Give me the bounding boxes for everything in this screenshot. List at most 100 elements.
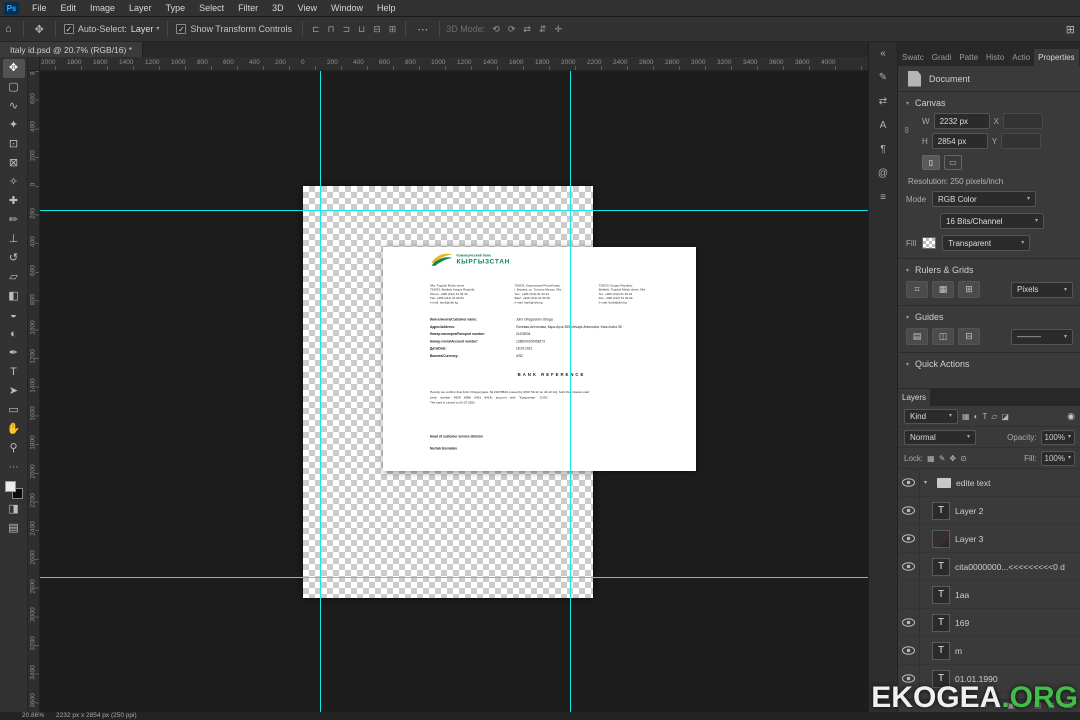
move-tool[interactable]: ✥ <box>2 59 25 78</box>
brush-tool[interactable]: ✏ <box>3 211 25 230</box>
filter-toggle-icon[interactable]: ◉ <box>1067 411 1075 422</box>
auto-select-dropdown[interactable]: Layer ▾ <box>131 24 160 34</box>
guides-section-header[interactable]: ▾ Guides <box>898 306 1080 325</box>
zoom-level[interactable]: 20.86% <box>22 712 44 720</box>
screen-mode-icon[interactable]: ▤ <box>3 519 25 538</box>
libraries-panel-icon[interactable]: ≡ <box>873 189 893 205</box>
width-field[interactable]: 2232 px <box>933 113 990 129</box>
edit-toolbar-icon[interactable]: ⋯ <box>3 458 25 477</box>
align-top-icon[interactable]: ⊔ <box>355 24 368 35</box>
align-center-h-icon[interactable]: ⊓ <box>325 24 338 35</box>
canvas-section-header[interactable]: ▾ Canvas <box>898 92 1080 111</box>
zoom-tool[interactable]: ⚲ <box>3 439 25 458</box>
menu-file[interactable]: File <box>25 3 54 13</box>
menu-select[interactable]: Select <box>192 3 231 13</box>
marquee-tool[interactable]: ▢ <box>3 78 25 97</box>
menu-image[interactable]: Image <box>83 3 122 13</box>
character-panel-icon[interactable]: A <box>873 117 893 133</box>
paragraph-panel-icon[interactable]: ¶ <box>873 141 893 157</box>
text-layer-thumbnail[interactable]: T <box>932 641 950 660</box>
lock-all-icon[interactable]: ⊙ <box>960 454 967 463</box>
menu-type[interactable]: Type <box>159 3 193 13</box>
lock-pixels-icon[interactable]: ✎ <box>939 454 946 463</box>
roll-3d-icon[interactable]: ⟳ <box>505 24 519 35</box>
auto-select-checkbox[interactable]: ✓ <box>63 24 74 34</box>
menu-layer[interactable]: Layer <box>122 3 159 13</box>
text-layer-thumbnail[interactable]: T <box>932 585 950 604</box>
lock-position-icon[interactable]: ✥ <box>949 454 956 463</box>
guide[interactable] <box>320 71 321 712</box>
color-swatches[interactable] <box>4 480 24 500</box>
menu-3d[interactable]: 3D <box>265 3 291 13</box>
filter-pixel-layers-icon[interactable]: ▦ <box>962 412 970 421</box>
guide[interactable] <box>40 210 868 211</box>
menu-view[interactable]: View <box>291 3 324 13</box>
eraser-tool[interactable]: ▱ <box>3 268 25 287</box>
hand-tool[interactable]: ✋ <box>3 420 25 439</box>
panel-tab-patte[interactable]: Patte <box>955 49 982 66</box>
healing-brush-tool[interactable]: ✚ <box>3 192 25 211</box>
panel-tab-actio[interactable]: Actio <box>1008 49 1034 66</box>
y-field[interactable] <box>1001 133 1042 149</box>
collapse-dock-icon[interactable]: « <box>873 45 893 61</box>
scale-3d-icon[interactable]: ✛ <box>551 24 565 35</box>
units-dropdown[interactable]: Pixels ▾ <box>1011 281 1073 298</box>
layer-fill-dropdown[interactable]: 100% ▾ <box>1040 450 1075 466</box>
group-expand-icon[interactable]: ▾ <box>924 479 932 486</box>
show-transform-checkbox[interactable]: ✓ <box>176 24 187 34</box>
active-tool-icon[interactable]: ✥ <box>30 23 49 36</box>
quick-actions-section-header[interactable]: ▾ Quick Actions <box>898 353 1080 372</box>
clone-source-icon[interactable]: ⇄ <box>873 93 893 109</box>
align-left-icon[interactable]: ⊏ <box>309 24 323 35</box>
orbit-3d-icon[interactable]: ⟲ <box>489 24 503 35</box>
layer-row[interactable]: T 1aa <box>898 581 1080 609</box>
horizontal-ruler[interactable]: 2000 1800 1600 1400 1200 1000 800 600 400 200 0 200… <box>40 57 868 71</box>
guide-layout-icon[interactable]: ◫ <box>932 328 954 345</box>
layer-thumbnail[interactable] <box>932 529 950 548</box>
vertical-ruler[interactable]: 8006004002000200400600800100012001400160… <box>28 71 40 712</box>
clone-stamp-tool[interactable]: ⊥ <box>3 230 25 249</box>
text-layer-thumbnail[interactable]: T <box>932 501 950 520</box>
path-selection-tool[interactable]: ➤ <box>3 382 25 401</box>
layer-row[interactable]: ▾ edite text <box>898 469 1080 497</box>
filter-type-layers-icon[interactable]: T <box>982 412 987 421</box>
tab-layers[interactable]: Layers <box>898 389 931 406</box>
brush-settings-icon[interactable]: ✎ <box>873 69 893 85</box>
layer-row[interactable]: Tcita0000000...<<<<<<<<<0 d <box>898 553 1080 581</box>
text-layer-thumbnail[interactable]: T <box>932 613 950 632</box>
lasso-tool[interactable]: ∿ <box>3 97 25 116</box>
filter-smart-objects-icon[interactable]: ◪ <box>1001 412 1009 421</box>
blur-tool[interactable]: ◒ <box>3 306 25 325</box>
text-layer-thumbnail[interactable]: T <box>932 557 950 576</box>
quick-mask-icon[interactable]: ◨ <box>3 500 25 519</box>
toggle-grid-icon[interactable]: ▦ <box>932 281 954 298</box>
layer-row[interactable]: T 169 <box>898 609 1080 637</box>
menu-filter[interactable]: Filter <box>231 3 265 13</box>
color-mode-dropdown[interactable]: RGB Color ▾ <box>932 191 1037 207</box>
pen-tool[interactable]: ✒ <box>3 344 25 363</box>
layer-row[interactable]: Tm <box>898 637 1080 665</box>
workspace-switcher-icon[interactable]: ⊞ <box>1061 23 1080 36</box>
menu-help[interactable]: Help <box>370 3 403 13</box>
visibility-toggle[interactable] <box>898 525 920 552</box>
more-options-icon[interactable]: ⋯ <box>412 23 433 36</box>
blend-mode-dropdown[interactable]: Normal ▾ <box>904 429 976 445</box>
rulers-grids-section-header[interactable]: ▾ Rulers & Grids <box>898 259 1080 278</box>
snap-icon[interactable]: ⊞ <box>958 281 980 298</box>
layer-filter-dropdown[interactable]: Kind ▾ <box>904 408 958 424</box>
menu-window[interactable]: Window <box>324 3 370 13</box>
foreground-color-swatch[interactable] <box>4 481 16 492</box>
visibility-toggle[interactable] <box>898 581 920 608</box>
portrait-orientation-button[interactable]: ▯ <box>922 155 940 170</box>
visibility-toggle[interactable] <box>898 637 920 664</box>
panel-tab-properties[interactable]: Properties <box>1034 49 1079 66</box>
guide-style-dropdown[interactable]: ——— ▾ <box>1011 328 1073 345</box>
guide[interactable] <box>570 71 571 712</box>
link-dimensions-icon[interactable]: ∞ <box>902 127 912 133</box>
history-brush-tool[interactable]: ↺ <box>3 249 25 268</box>
dodge-tool[interactable]: ◐ <box>3 325 25 344</box>
panel-tab-gradi[interactable]: Gradi <box>928 49 956 66</box>
photoshop-logo-icon[interactable]: Ps <box>4 1 19 15</box>
filter-shape-layers-icon[interactable]: ▱ <box>991 412 997 421</box>
align-bottom-icon[interactable]: ⊞ <box>386 24 400 35</box>
